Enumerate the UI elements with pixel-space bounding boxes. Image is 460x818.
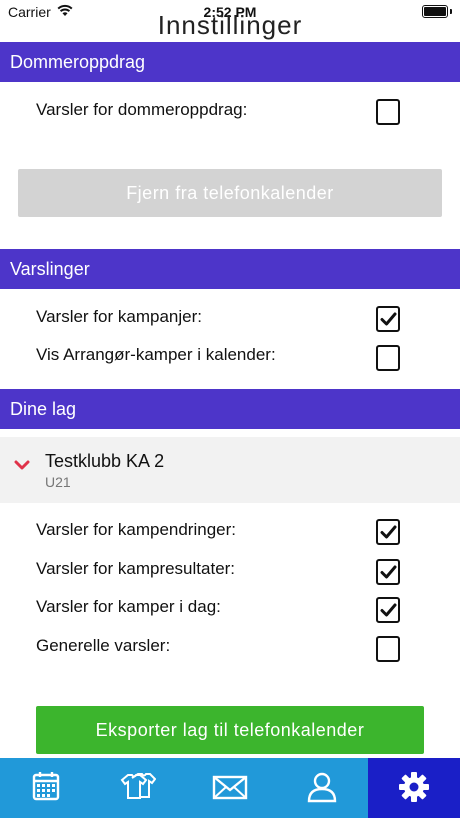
checkmark-icon: [380, 603, 397, 617]
checkbox-kampresultater[interactable]: [376, 559, 400, 585]
row-label-arrangor-kamper: Vis Arrangør-kamper i kalender:: [36, 345, 276, 364]
team-name: Testklubb KA 2: [45, 451, 165, 471]
tab-profile[interactable]: [276, 758, 368, 818]
remove-from-calendar-button[interactable]: Fjern fra telefonkalender: [18, 169, 442, 217]
section-header-dine-lag: Dine lag: [0, 389, 460, 429]
tab-messages[interactable]: [184, 758, 276, 818]
section-header-dommeroppdrag: Dommeroppdrag: [0, 42, 460, 82]
page-title: Innstillinger: [157, 10, 303, 40]
export-team-to-calendar-button[interactable]: Eksporter lag til telefonkalender: [36, 706, 424, 754]
tab-calendar[interactable]: [0, 758, 92, 818]
checkbox-dommeroppdrag[interactable]: [376, 99, 400, 125]
row-label-kamper-i-dag: Varsler for kamper i dag:: [36, 597, 221, 616]
team-row[interactable]: Testklubb KA 2 U21: [0, 437, 460, 503]
section-header-varslinger: Varslinger: [0, 249, 460, 289]
row-label-dommeroppdrag: Varsler for dommeroppdrag:: [36, 100, 248, 119]
checkmark-icon: [380, 312, 397, 326]
checkmark-icon: [380, 525, 397, 539]
tab-teams[interactable]: [92, 758, 184, 818]
chevron-down-icon[interactable]: [14, 459, 30, 471]
row-label-generelle-varsler: Generelle varsler:: [36, 636, 171, 655]
team-age-group: U21: [45, 474, 71, 490]
jerseys-icon: [120, 773, 156, 799]
checkbox-kamper-i-dag[interactable]: [376, 597, 400, 623]
tab-settings[interactable]: [368, 758, 460, 818]
checkbox-kampendringer[interactable]: [376, 519, 400, 545]
row-label-kampendringer: Varsler for kampendringer:: [36, 520, 236, 539]
tab-bar: [0, 758, 460, 818]
checkmark-icon: [380, 565, 397, 579]
row-label-kampresultater: Varsler for kampresultater:: [36, 559, 236, 578]
checkbox-arrangor-kamper[interactable]: [376, 345, 400, 371]
mail-icon: [212, 775, 248, 800]
gear-icon: [399, 772, 429, 802]
calendar-icon: [32, 772, 60, 801]
user-icon: [307, 772, 337, 803]
row-label-kampanjer: Varsler for kampanjer:: [36, 307, 202, 326]
checkbox-kampanjer[interactable]: [376, 306, 400, 332]
checkbox-generelle-varsler[interactable]: [376, 636, 400, 662]
